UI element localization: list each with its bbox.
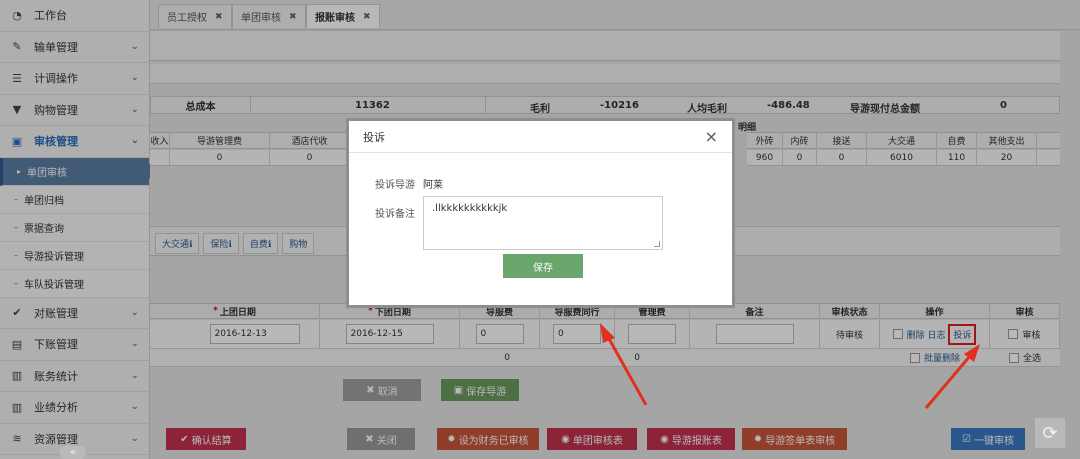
resize-handle-icon[interactable] bbox=[654, 241, 660, 247]
complaint-guide-row: 投诉导游 阿莱 bbox=[375, 176, 443, 191]
save-button[interactable]: 保存 bbox=[503, 254, 583, 278]
complaint-note-textarea[interactable]: .llkkkkkkkkkkjk bbox=[423, 196, 663, 250]
modal-title: 投诉 bbox=[363, 130, 385, 144]
complaint-modal: 投诉 × 投诉导游 阿莱 投诉备注 .llkkkkkkkkkkjk 保存 bbox=[346, 118, 735, 308]
note-label: 投诉备注 bbox=[375, 209, 415, 220]
complaint-note-row: 投诉备注 bbox=[375, 205, 419, 220]
arrow-line bbox=[924, 355, 972, 409]
arrow-head bbox=[600, 323, 615, 343]
close-icon[interactable]: × bbox=[705, 127, 718, 146]
arrow-line bbox=[606, 336, 648, 406]
guide-value: 阿莱 bbox=[423, 180, 443, 191]
modal-header: 投诉 × bbox=[349, 121, 732, 153]
guide-label: 投诉导游 bbox=[375, 180, 415, 191]
